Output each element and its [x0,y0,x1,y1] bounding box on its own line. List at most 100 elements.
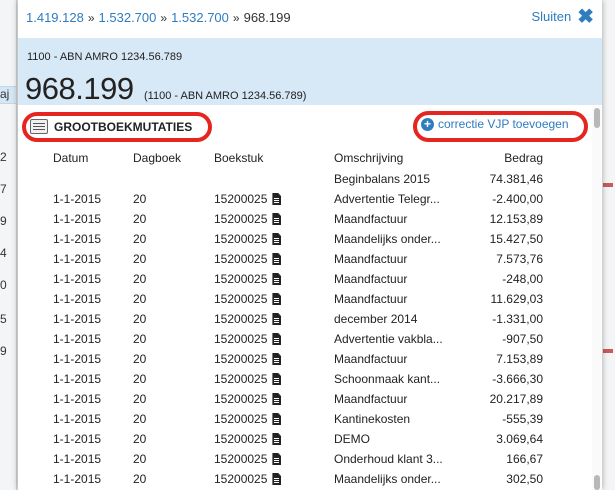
row-document: 15200025 [214,212,282,226]
table-row[interactable]: 1-1-2015 20 15200025 Maandelijks onder... 30… [18,470,578,490]
background-fragment: 2 [0,150,7,164]
row-date-text: 1-1-2015 [53,232,102,246]
document-icon[interactable] [272,213,282,225]
row-document: 15200025 [214,372,282,386]
breadcrumb-link[interactable]: 1.419.128 [26,10,84,25]
row-journal: 20 [133,412,146,426]
row-amount: 20.217,89 [490,392,543,406]
table-row[interactable]: 1-1-2015 20 15200025 Maandfactuur 7.573,76 [18,250,578,270]
row-description-text: Advertentie vakbla... [334,332,443,346]
table-row[interactable]: 1-1-2015 20 15200025 Maandfactuur 12.153,89 [18,210,578,230]
row-description-text: Maandfactuur [334,212,408,226]
row-journal: 20 [133,372,146,386]
document-icon[interactable] [272,293,282,305]
row-description-text: Onderhoud klant 3... [334,452,443,466]
account-balance: 968.199 [25,71,134,106]
ledger-title: GROOTBOEKMUTATIES [30,119,192,134]
document-icon[interactable] [272,353,282,365]
document-icon[interactable] [272,253,282,265]
row-document-text: 15200025 [214,332,268,346]
row-journal: 20 [133,312,146,326]
row-date-text: 1-1-2015 [53,432,102,446]
account-balance-subtitle: (1100 - ABN AMRO 1234.56.789) [144,90,307,102]
row-journal-text: 20 [133,432,147,446]
row-journal-text: 20 [133,392,147,406]
document-icon[interactable] [272,373,282,385]
row-date: 1-1-2015 [53,232,101,246]
row-journal: 20 [133,352,146,366]
document-icon[interactable] [272,413,282,425]
table-row[interactable]: 1-1-2015 20 15200025 Maandelijks onder... 15… [18,230,578,250]
scrollbar[interactable] [592,106,601,490]
row-amount: 7.573,76 [496,252,543,266]
add-correction-button[interactable]: + correctie VJP toevoegen [421,117,569,131]
row-document-text: 15200025 [214,312,268,326]
row-document-text: 15200025 [214,212,268,226]
row-amount-text: 166,67 [506,452,543,466]
document-icon[interactable] [272,453,282,465]
row-date: 1-1-2015 [53,252,101,266]
row-amount-text: 15.427,50 [489,232,543,246]
column-header-date[interactable]: Datum [53,151,88,165]
row-date-text: 1-1-2015 [53,412,102,426]
column-header-description[interactable]: Omschrijving [334,151,403,165]
background-fragment: 7 [0,182,7,196]
table-row[interactable]: 1-1-2015 20 15200025 december 2014 -1.331,00 [18,310,578,330]
document-icon[interactable] [272,473,282,485]
scrollbar-thumb[interactable] [594,108,600,128]
row-journal-text: 20 [133,232,147,246]
opening-balance-amount: 74.381,46 [489,172,543,186]
opening-balance-label: Beginbalans 2015 [334,172,431,186]
account-header: 1100 - ABN AMRO 1234.56.789 968.199 (110… [18,38,602,106]
table-row[interactable]: 1-1-2015 20 15200025 Advertentie vakbla... -… [18,330,578,350]
row-description-text: Maandelijks onder... [334,232,441,246]
table-row[interactable]: 1-1-2015 20 15200025 Maandfactuur 7.153,89 [18,350,578,370]
document-icon[interactable] [272,233,282,245]
row-description: Maandfactuur [334,392,407,406]
opening-balance-row: Beginbalans 2015 74.381,46 [18,170,578,190]
breadcrumb-link[interactable]: 1.532.700 [171,10,229,25]
table-row[interactable]: 1-1-2015 20 15200025 DEMO 3.069,64 [18,430,578,450]
row-description: Maandfactuur [334,212,407,226]
table-row[interactable]: 1-1-2015 20 15200025 Maandfactuur 20.217,89 [18,390,578,410]
background-fragment: 9 [0,344,7,358]
row-description-text: DEMO [334,432,370,446]
row-description: DEMO [334,432,370,446]
table-row[interactable]: 1-1-2015 20 15200025 Advertentie Telegr... -… [18,190,578,210]
modal-topbar: 1.419.128» 1.532.700» 1.532.700» 968.199 Sl… [18,0,602,36]
column-header-amount[interactable]: Bedrag [504,151,543,165]
table-row[interactable]: 1-1-2015 20 15200025 Maandfactuur 11.629,03 [18,290,578,310]
row-date-text: 1-1-2015 [53,392,102,406]
breadcrumb-link[interactable]: 1.532.700 [99,10,157,25]
document-icon[interactable] [272,433,282,445]
row-document-text: 15200025 [214,352,268,366]
table-row[interactable]: 1-1-2015 20 15200025 Schoonmaak kant... -3.6… [18,370,578,390]
row-amount: 15.427,50 [490,232,543,246]
row-date-text: 1-1-2015 [53,472,102,486]
row-journal: 20 [133,452,146,466]
breadcrumb-current: 968.199 [243,10,291,25]
row-description-text: december 2014 [334,312,418,326]
row-journal-text: 20 [133,372,147,386]
table-row[interactable]: 1-1-2015 20 15200025 Onderhoud klant 3... 16… [18,450,578,470]
column-header-journal[interactable]: Dagboek [133,151,181,165]
row-date: 1-1-2015 [53,292,101,306]
document-icon[interactable] [272,273,282,285]
close-button[interactable]: Sluiten ✖ [531,7,594,27]
row-description: Onderhoud klant 3... [334,452,443,466]
breadcrumb-separator-icon: » [87,11,95,25]
row-amount-text: -248,00 [502,272,543,286]
row-description: Maandfactuur [334,352,407,366]
row-document-text: 15200025 [214,472,268,486]
row-date: 1-1-2015 [53,272,101,286]
row-date-text: 1-1-2015 [53,312,102,326]
table-row[interactable]: 1-1-2015 20 15200025 Maandfactuur -248,00 [18,270,578,290]
document-icon[interactable] [272,333,282,345]
row-date: 1-1-2015 [53,312,101,326]
document-icon[interactable] [272,313,282,325]
document-icon[interactable] [272,393,282,405]
document-icon[interactable] [272,193,282,205]
column-header-document[interactable]: Boekstuk [214,151,263,165]
scrollbar-thumb[interactable] [594,475,600,490]
table-row[interactable]: 1-1-2015 20 15200025 Kantinekosten -555,39 [18,410,578,430]
